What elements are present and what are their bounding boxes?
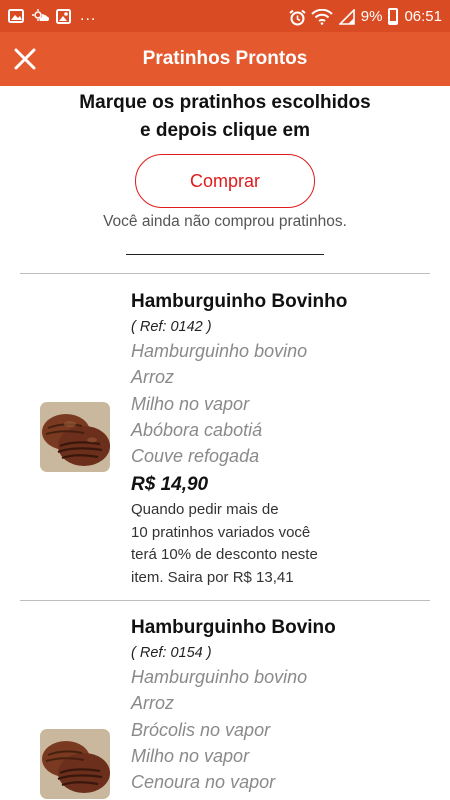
discount-line: item. Saira por R$ 13,41 bbox=[131, 568, 294, 586]
page-title: Pratinhos Prontos bbox=[142, 48, 308, 69]
close-button[interactable] bbox=[6, 40, 44, 78]
instruction-line-2: e depois clique em bbox=[140, 120, 310, 141]
app-bar: Pratinhos Prontos bbox=[0, 32, 450, 86]
ingredient: Hamburguinho bovino bbox=[131, 667, 308, 687]
more-notifications-indicator: ... bbox=[80, 7, 97, 24]
battery-icon bbox=[388, 7, 399, 25]
clock: 06:51 bbox=[404, 7, 442, 25]
ingredient: Arroz bbox=[131, 367, 175, 388]
product-item[interactable]: Hamburguinho Bovinho ( Ref: 0142 ) Hambu… bbox=[0, 274, 450, 600]
signal-icon bbox=[337, 8, 355, 25]
ingredient: Brócolis no vapor bbox=[131, 719, 271, 740]
product-image bbox=[40, 729, 110, 799]
divider-short bbox=[126, 254, 324, 255]
purchase-status-text: Você ainda não comprou pratinhos. bbox=[103, 213, 347, 230]
close-icon bbox=[14, 48, 36, 70]
ingredient: Hamburguinho bovino bbox=[131, 341, 308, 361]
status-right: 9% 06:51 bbox=[289, 7, 442, 26]
ingredient: Cenoura no vapor bbox=[131, 772, 276, 793]
weather-notification-icon bbox=[32, 9, 50, 23]
ingredient: Abóbora cabotiá bbox=[131, 419, 263, 440]
discount-line: terá 10% de desconto neste bbox=[131, 546, 318, 564]
product-info: Hamburguinho Bovinho ( Ref: 0142 ) Hambu… bbox=[131, 288, 431, 589]
product-price: R$ 14,90 bbox=[131, 474, 209, 496]
ingredient: Milho no vapor bbox=[131, 393, 250, 414]
product-ref: ( Ref: 0142 ) bbox=[131, 319, 212, 335]
status-bar: ... 9% 06:51 bbox=[0, 0, 450, 32]
discount-line: Quando pedir mais de bbox=[131, 501, 279, 519]
instruction-text: Marque os pratinhos escolhidos e depois … bbox=[0, 89, 450, 145]
ingredient: Milho no vapor bbox=[131, 745, 250, 766]
buy-button[interactable]: Comprar bbox=[135, 154, 315, 208]
product-image bbox=[40, 402, 110, 472]
product-item[interactable]: Hamburguinho Bovino ( Ref: 0154 ) Hambur… bbox=[0, 601, 450, 800]
photo-notification-icon bbox=[56, 9, 72, 24]
product-info: Hamburguinho Bovino ( Ref: 0154 ) Hambur… bbox=[131, 614, 431, 795]
product-ref: ( Ref: 0154 ) bbox=[131, 645, 212, 661]
ingredient: Arroz bbox=[131, 693, 175, 714]
discount-line: 10 pratinhos variados você bbox=[131, 523, 311, 541]
image-notification-icon bbox=[8, 9, 24, 23]
ingredient: Couve refogada bbox=[131, 446, 260, 467]
instruction-line-1: Marque os pratinhos escolhidos bbox=[79, 92, 371, 113]
alarm-icon bbox=[289, 9, 306, 26]
product-name: Hamburguinho Bovino bbox=[131, 617, 336, 638]
discount-note: Quando pedir mais de 10 pratinhos variad… bbox=[131, 499, 371, 589]
product-name: Hamburguinho Bovinho bbox=[131, 291, 348, 312]
battery-percent: 9% bbox=[360, 7, 383, 25]
wifi-icon bbox=[311, 8, 333, 25]
status-left: ... bbox=[8, 7, 96, 25]
